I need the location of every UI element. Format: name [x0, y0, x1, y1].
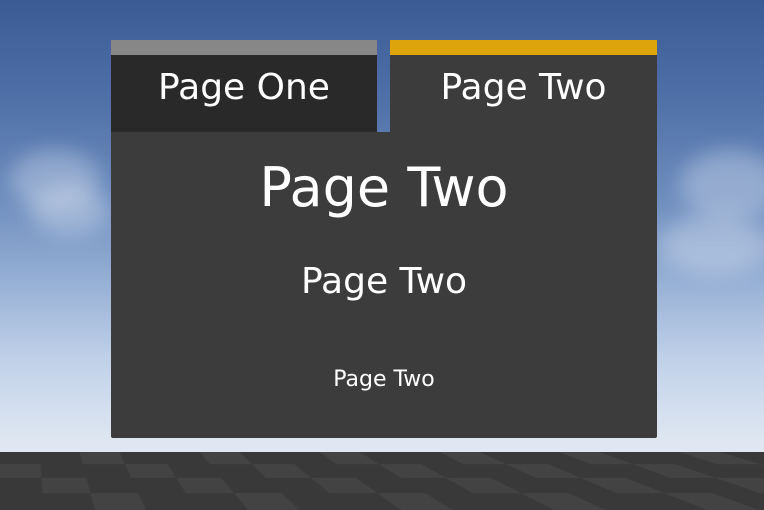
tab-content-panel: Page Two Page Two Page Two [111, 132, 657, 438]
tab-page-one-label: Page One [158, 67, 330, 108]
sky-cloud [30, 185, 110, 235]
checkered-floor [0, 452, 764, 510]
page-heading-medium: Page Two [300, 261, 468, 302]
page-heading-large: Page Two [259, 156, 509, 219]
sky-cloud [680, 150, 764, 220]
tab-page-one-indicator [111, 40, 377, 55]
page-heading-small: Page Two [333, 367, 435, 392]
sky-cloud [660, 215, 764, 275]
tab-page-two[interactable]: Page Two [390, 40, 657, 132]
tab-bar: Page One Page Two [111, 40, 657, 132]
tab-widget: Page One Page Two Page Two Page Two Page… [111, 40, 657, 438]
tab-page-two-label: Page Two [440, 67, 607, 108]
tab-page-two-indicator [390, 40, 657, 55]
tab-page-one[interactable]: Page One [111, 40, 377, 132]
